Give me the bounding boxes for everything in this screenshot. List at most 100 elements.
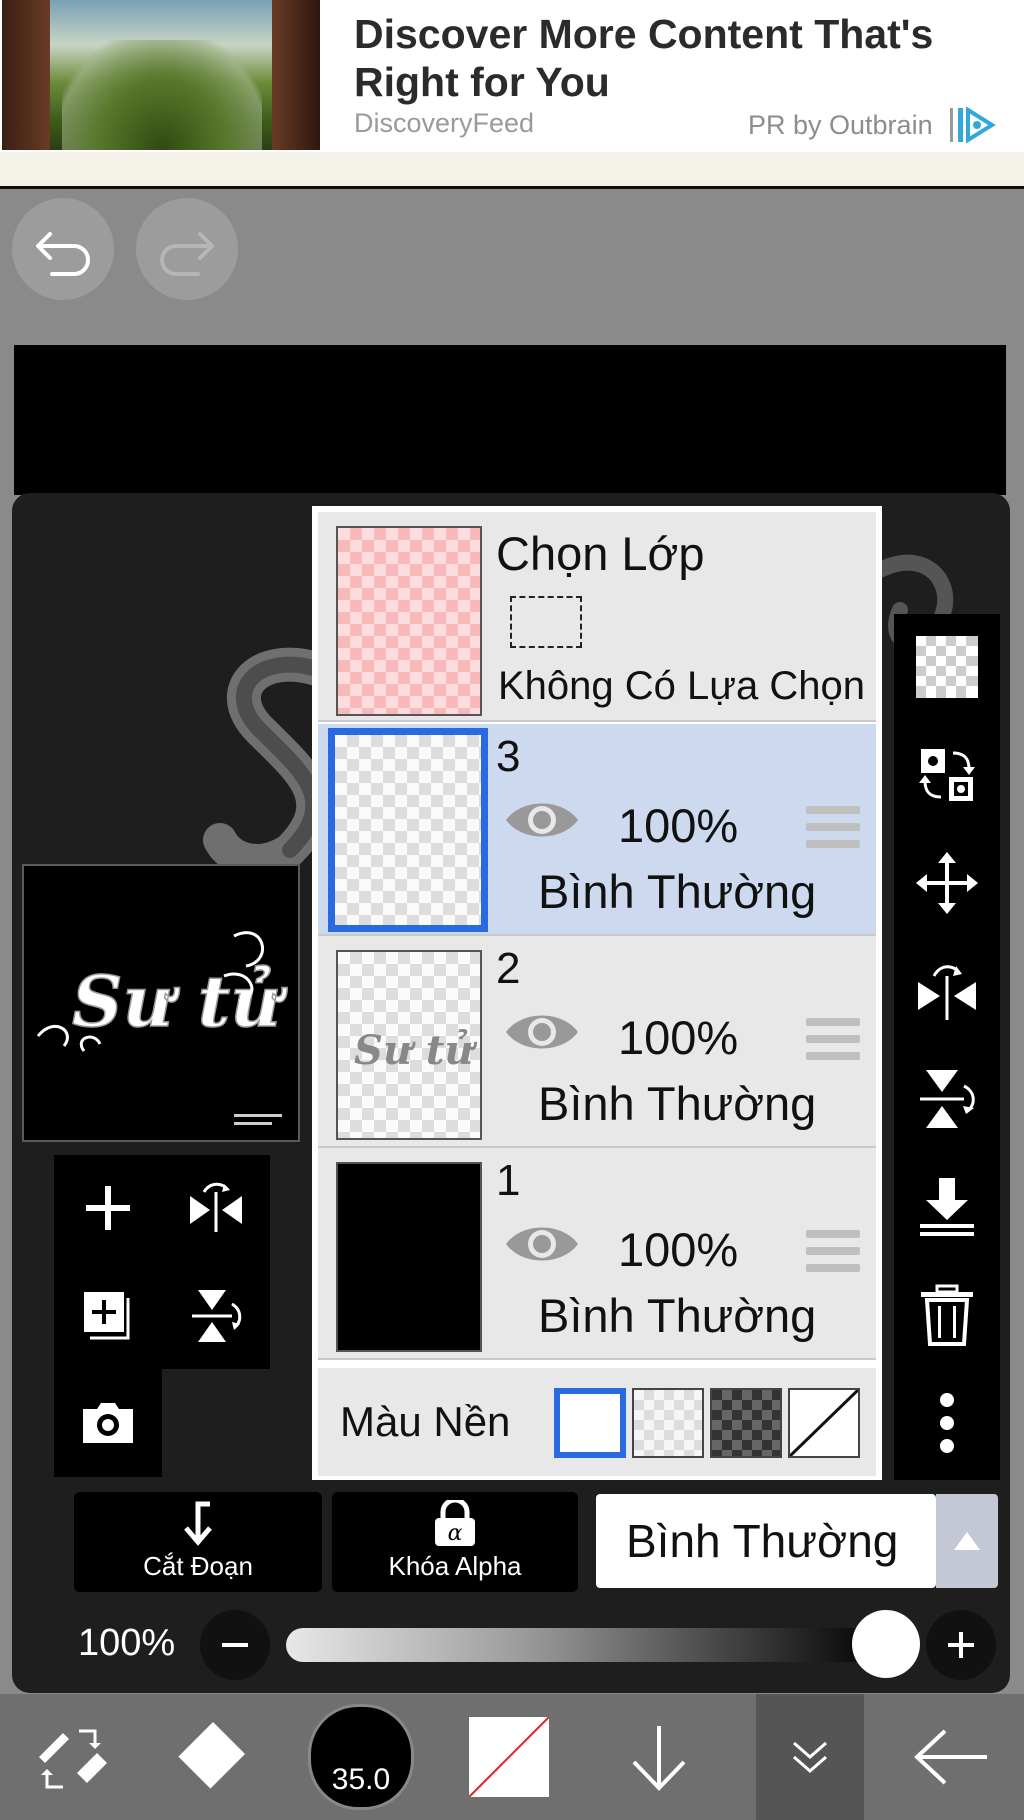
camera-icon xyxy=(83,1403,133,1443)
background-none-swatch[interactable] xyxy=(788,1388,860,1458)
alpha-lock-button[interactable]: α Khóa Alpha xyxy=(332,1492,578,1592)
background-transparent-swatch[interactable] xyxy=(632,1388,704,1458)
transparency-button[interactable] xyxy=(894,614,1000,720)
camera-button[interactable] xyxy=(54,1369,162,1475)
blend-mode-value: Bình Thường xyxy=(626,1515,899,1567)
duplicate-layer-button[interactable] xyxy=(54,1263,162,1369)
swap-icon xyxy=(919,749,975,801)
drag-handle-icon[interactable] xyxy=(806,806,860,852)
layer-thumbnail xyxy=(336,1162,482,1352)
add-layer-button[interactable] xyxy=(54,1155,162,1261)
blend-mode-dropdown-button[interactable] xyxy=(936,1494,998,1588)
checkerboard-icon xyxy=(916,636,978,698)
canvas-thumbnail[interactable]: Sư tử xyxy=(22,864,300,1142)
move-button[interactable] xyxy=(894,830,1000,936)
left-tool-panel-camera xyxy=(54,1369,162,1477)
alpha-lock-label: Khóa Alpha xyxy=(388,1551,522,1581)
layer-thumbnail xyxy=(328,728,488,932)
more-vertical-icon xyxy=(940,1393,954,1453)
undo-button[interactable] xyxy=(12,198,114,300)
tool-switch-button[interactable] xyxy=(0,1694,146,1820)
clipping-button[interactable]: Cắt Đoạn xyxy=(74,1492,322,1592)
flip-horizontal-button[interactable] xyxy=(162,1155,270,1261)
brush-size-indicator: 35.0 xyxy=(308,1704,414,1810)
arrow-down-icon xyxy=(632,1726,686,1791)
selection-status: Không Có Lựa Chọn xyxy=(498,664,866,708)
thumbnail-art-text: Sư tử xyxy=(72,960,288,1043)
ad-source: DiscoveryFeed xyxy=(354,108,535,138)
redo-icon xyxy=(160,232,214,276)
selection-marquee-icon xyxy=(510,596,582,648)
layer-blend-mode: Bình Thường xyxy=(538,865,817,918)
more-options-button[interactable] xyxy=(894,1370,1000,1476)
layer-row[interactable]: 1 100% Bình Thường xyxy=(318,1148,876,1360)
layer-down-button[interactable] xyxy=(586,1694,732,1820)
eraser-tool-button[interactable] xyxy=(140,1694,286,1820)
background-dark-checker-swatch[interactable] xyxy=(710,1388,782,1458)
layer-number: 3 xyxy=(496,732,521,781)
layer-thumbnail: Sư tử xyxy=(336,950,482,1140)
layer-number: 1 xyxy=(496,1156,521,1205)
flip-horizontal-icon xyxy=(918,965,976,1020)
undo-icon xyxy=(36,232,90,276)
back-button[interactable] xyxy=(878,1694,1024,1820)
flip-layer-vertical-button[interactable] xyxy=(894,1046,1000,1152)
layer-menu-button[interactable] xyxy=(756,1694,864,1820)
opacity-label: 100% xyxy=(78,1622,176,1664)
opacity-slider[interactable] xyxy=(286,1628,886,1662)
left-tool-panel xyxy=(54,1155,270,1369)
ad-pr-label[interactable]: PR by Outbrain xyxy=(748,110,933,141)
ad-content[interactable]: Discover More Content That's Right for Y… xyxy=(0,0,1024,152)
background-color-row: Màu Nền xyxy=(318,1368,876,1476)
merge-down-button[interactable] xyxy=(894,1154,1000,1260)
ad-title[interactable]: Discover More Content That's Right for Y… xyxy=(354,10,974,106)
selection-layer-row[interactable]: Chọn Lớp Không Có Lựa Chọn xyxy=(318,512,876,722)
plus-icon xyxy=(948,1632,974,1658)
brush-size-button[interactable]: 35.0 xyxy=(288,1694,434,1820)
color-swatch xyxy=(469,1717,549,1797)
duplicate-layer-icon xyxy=(84,1292,130,1340)
brush-eraser-swap-icon xyxy=(39,1729,107,1789)
lock-icon: α xyxy=(435,1500,475,1546)
layer-blend-mode: Bình Thường xyxy=(538,1077,817,1130)
delete-layer-button[interactable] xyxy=(894,1262,1000,1368)
merge-down-icon xyxy=(920,1178,974,1236)
layer-opacity: 100% xyxy=(618,799,739,852)
canvas[interactable] xyxy=(14,345,1006,495)
background-white-swatch[interactable] xyxy=(554,1388,626,1458)
layer-opacity: 100% xyxy=(618,1011,739,1064)
ad-banner[interactable]: Discover More Content That's Right for Y… xyxy=(0,0,1024,189)
plus-icon xyxy=(86,1186,130,1230)
redo-button[interactable] xyxy=(136,198,238,300)
layer-opacity: 100% xyxy=(618,1223,739,1276)
visibility-eye-icon[interactable] xyxy=(504,1220,580,1268)
opacity-increase-button[interactable] xyxy=(926,1610,996,1680)
right-tool-panel xyxy=(894,614,1000,1480)
blend-mode-select[interactable]: Bình Thường xyxy=(596,1494,936,1588)
layer-row[interactable]: 3 100% Bình Thường xyxy=(318,724,876,936)
eraser-icon xyxy=(175,1722,245,1792)
flip-vertical-button[interactable] xyxy=(162,1263,270,1369)
visibility-eye-icon[interactable] xyxy=(504,1008,580,1056)
clipping-arrow-icon xyxy=(184,1501,212,1546)
outbrain-logo-icon[interactable] xyxy=(950,106,996,144)
color-button[interactable] xyxy=(436,1694,582,1820)
trash-icon xyxy=(921,1284,973,1346)
ad-image[interactable] xyxy=(2,0,320,150)
drag-handle-icon[interactable] xyxy=(806,1230,860,1276)
opacity-decrease-button[interactable] xyxy=(200,1610,270,1680)
move-icon xyxy=(916,852,978,914)
selection-layer-title: Chọn Lớp xyxy=(496,527,705,580)
flip-layer-horizontal-button[interactable] xyxy=(894,938,1000,1044)
layer-panel: Chọn Lớp Không Có Lựa Chọn 3 100% Bình T… xyxy=(312,506,882,1480)
swap-layer-button[interactable] xyxy=(894,722,1000,828)
brush-size-value: 35.0 xyxy=(331,1763,391,1796)
flip-vertical-icon xyxy=(920,1070,975,1128)
arrow-left-icon xyxy=(914,1729,987,1785)
visibility-eye-icon[interactable] xyxy=(504,796,580,844)
opacity-slider-handle[interactable] xyxy=(852,1610,920,1678)
layer-row[interactable]: Sư tử 2 100% Bình Thường xyxy=(318,936,876,1148)
layer-thumbnail-art-text: Sư tử xyxy=(354,1027,477,1074)
drag-handle-icon[interactable] xyxy=(806,1018,860,1064)
flip-horizontal-icon xyxy=(190,1182,242,1232)
